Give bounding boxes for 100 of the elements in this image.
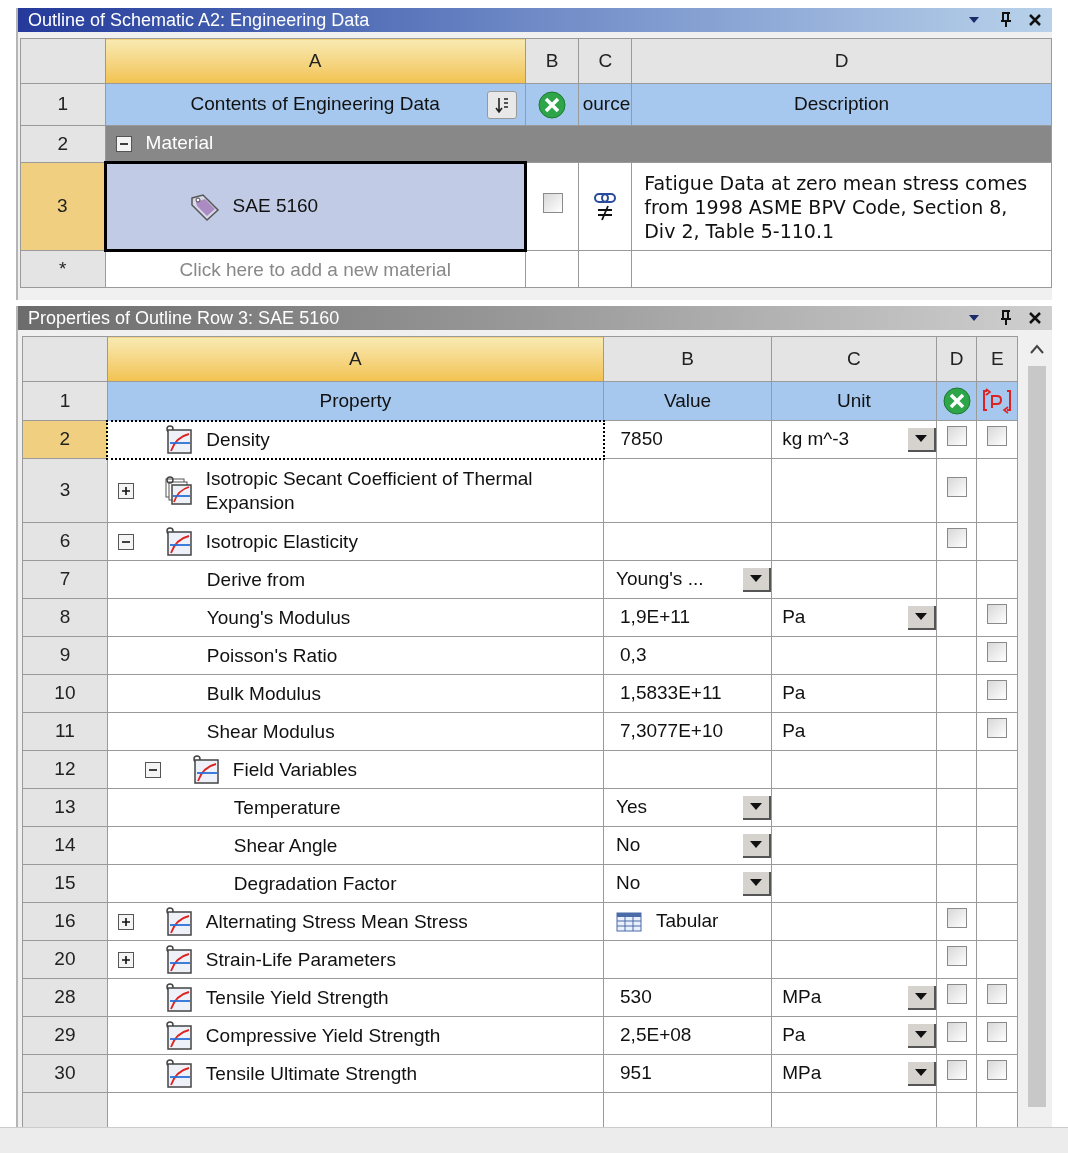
collapse-toggle[interactable] bbox=[115, 135, 132, 152]
caret-down-icon bbox=[750, 575, 763, 582]
row-number[interactable]: 6 bbox=[22, 522, 108, 561]
checkbox[interactable] bbox=[542, 193, 563, 213]
value-text: 951 bbox=[619, 1062, 652, 1084]
value-text: Tabular bbox=[656, 909, 719, 934]
collapse-toggle[interactable] bbox=[144, 761, 161, 778]
chart-curve-icon bbox=[163, 944, 194, 975]
checkbox[interactable] bbox=[946, 426, 967, 446]
row-number[interactable]: 20 bbox=[22, 940, 108, 979]
dropdown-button[interactable] bbox=[743, 833, 772, 858]
chart-curve-icon bbox=[164, 424, 195, 455]
description-text: Fatigue Data at zero mean stress comes from 1998 ASME BPV Code, Section 8, Div 2, Table 5-110.1 bbox=[644, 170, 1029, 243]
checkbox[interactable] bbox=[946, 946, 967, 966]
sort-button[interactable] bbox=[486, 91, 517, 119]
material-name: SAE 5160 bbox=[232, 194, 319, 219]
dropdown-button[interactable] bbox=[743, 795, 772, 820]
stacked-charts-icon bbox=[163, 475, 194, 506]
row-number[interactable]: 14 bbox=[22, 826, 108, 865]
value-text: No bbox=[616, 871, 642, 896]
dropdown-button[interactable] bbox=[907, 605, 936, 630]
row-number[interactable]: 11 bbox=[22, 712, 108, 751]
row-number[interactable]: 10 bbox=[22, 674, 108, 713]
chart-curve-icon bbox=[163, 526, 194, 557]
chart-curve-icon bbox=[163, 906, 194, 937]
expand-toggle[interactable] bbox=[117, 482, 134, 499]
dropdown-button[interactable] bbox=[907, 1061, 936, 1086]
checkbox[interactable] bbox=[946, 908, 967, 928]
property-name: Field Variables bbox=[232, 757, 358, 782]
row-number[interactable]: 30 bbox=[22, 1054, 108, 1093]
checkbox[interactable] bbox=[987, 426, 1008, 446]
checkbox[interactable] bbox=[946, 984, 967, 1004]
scrollbar-thumb[interactable] bbox=[1028, 366, 1047, 1107]
caret-down-icon bbox=[914, 435, 927, 442]
property-name: Derive from bbox=[206, 567, 306, 592]
property-name: Poisson's Ratio bbox=[206, 643, 338, 668]
checkbox[interactable] bbox=[987, 1060, 1008, 1080]
focused-property-cell[interactable]: Density bbox=[107, 420, 604, 459]
dropdown-button[interactable] bbox=[907, 427, 936, 452]
dropdown-button[interactable] bbox=[743, 567, 772, 592]
collapse-toggle[interactable] bbox=[117, 533, 134, 550]
row-number: 1 bbox=[20, 83, 106, 126]
caret-down-icon bbox=[750, 803, 763, 810]
row-number[interactable]: 9 bbox=[22, 636, 108, 675]
row-number[interactable]: 28 bbox=[22, 978, 108, 1017]
dropdown-icon[interactable] bbox=[968, 314, 980, 322]
row-number[interactable]: 2 bbox=[22, 420, 108, 459]
status-icon bbox=[538, 90, 567, 119]
unit-text: kg m^-3 bbox=[782, 427, 851, 452]
column-header: C bbox=[771, 336, 937, 382]
dropdown-button[interactable] bbox=[743, 871, 772, 896]
dropdown-icon[interactable] bbox=[968, 16, 980, 24]
unit-text: Pa bbox=[782, 719, 807, 744]
link-not-equal-icon bbox=[592, 190, 619, 223]
row-number[interactable]: 3 bbox=[22, 458, 108, 523]
expand-toggle[interactable] bbox=[117, 951, 134, 968]
column-header: E bbox=[976, 336, 1018, 382]
row-number[interactable]: 13 bbox=[22, 788, 108, 827]
header-label: ource bbox=[581, 92, 631, 117]
checkbox[interactable] bbox=[987, 642, 1008, 662]
unit-text: Pa bbox=[782, 605, 807, 630]
checkbox[interactable] bbox=[946, 1022, 967, 1042]
checkbox[interactable] bbox=[987, 718, 1008, 738]
row-number[interactable]: 7 bbox=[22, 560, 108, 599]
property-name: Shear Angle bbox=[233, 833, 338, 858]
property-name: Young's Modulus bbox=[206, 605, 351, 630]
row-number[interactable]: 3 bbox=[20, 162, 106, 251]
pin-icon[interactable] bbox=[1000, 12, 1012, 28]
row-number[interactable]: 16 bbox=[22, 902, 108, 941]
row-number: 2 bbox=[20, 125, 106, 163]
value-text: Young's ... bbox=[616, 567, 705, 592]
caret-down-icon bbox=[914, 1031, 927, 1038]
dropdown-button[interactable] bbox=[907, 985, 936, 1010]
checkbox[interactable] bbox=[987, 604, 1008, 624]
value-text: 1,5833E+11 bbox=[619, 682, 722, 704]
checkbox[interactable] bbox=[946, 1060, 967, 1080]
checkbox[interactable] bbox=[946, 528, 967, 548]
property-name: Isotropic Secant Coefficient of Thermal Expansion bbox=[205, 466, 534, 515]
material-cell[interactable]: SAE 5160 bbox=[105, 162, 526, 251]
property-name: Bulk Modulus bbox=[206, 681, 321, 706]
row-number[interactable]: 12 bbox=[22, 750, 108, 789]
close-icon[interactable] bbox=[1028, 311, 1042, 325]
expand-toggle[interactable] bbox=[117, 913, 134, 930]
checkbox[interactable] bbox=[987, 680, 1008, 700]
caret-down-icon bbox=[750, 841, 763, 848]
checkbox[interactable] bbox=[987, 984, 1008, 1004]
checkbox[interactable] bbox=[987, 1022, 1008, 1042]
row-number[interactable]: 15 bbox=[22, 864, 108, 903]
close-icon[interactable] bbox=[1028, 13, 1042, 27]
row-number: 1 bbox=[22, 381, 108, 421]
value-text: 2,5E+08 bbox=[619, 1024, 692, 1046]
pin-icon[interactable] bbox=[1000, 310, 1012, 326]
column-header: B bbox=[525, 38, 579, 84]
row-number[interactable]: 8 bbox=[22, 598, 108, 637]
checkbox[interactable] bbox=[946, 477, 967, 497]
chart-curve-icon bbox=[163, 982, 194, 1013]
value-text: 7,3077E+10 bbox=[619, 720, 724, 742]
row-number[interactable]: 29 bbox=[22, 1016, 108, 1055]
scroll-up-icon[interactable] bbox=[1030, 344, 1045, 354]
dropdown-button[interactable] bbox=[907, 1023, 936, 1048]
